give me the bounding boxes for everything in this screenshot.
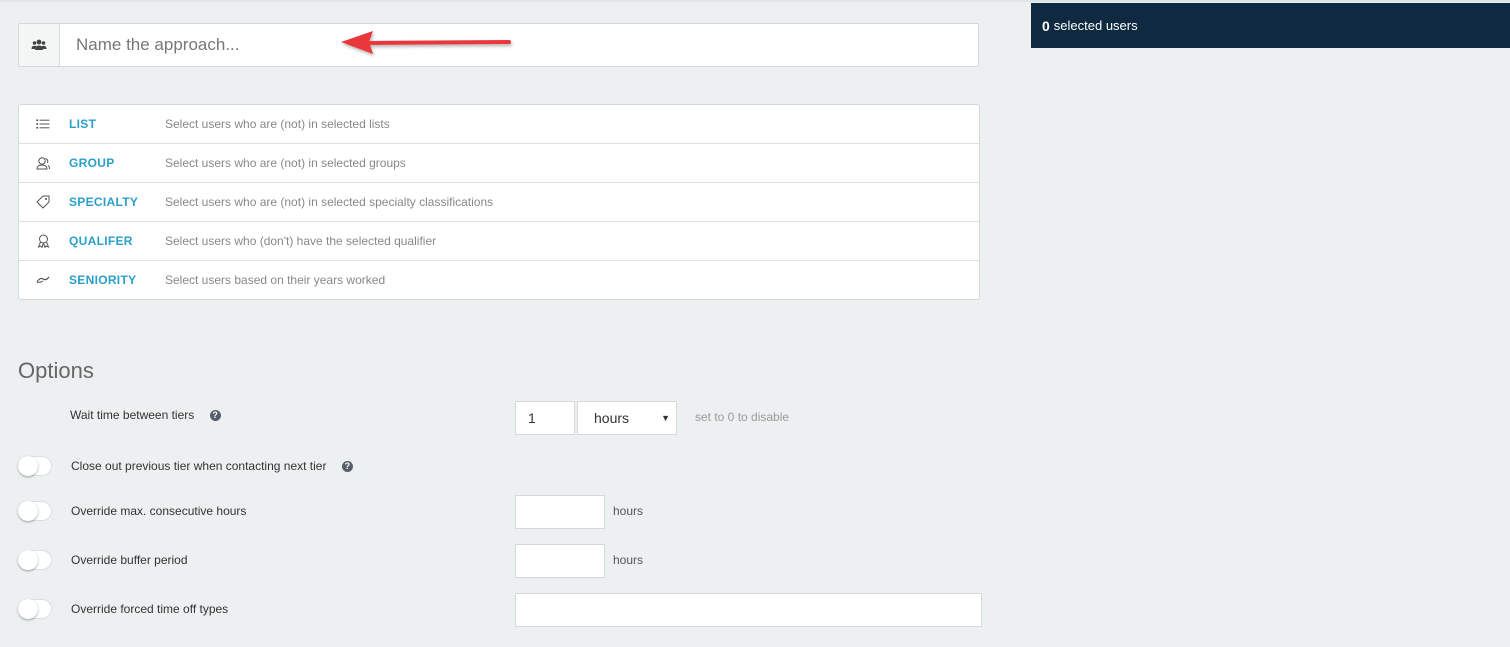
options-heading: Options [18, 358, 94, 383]
max-consecutive-toggle[interactable] [18, 501, 52, 521]
top-divider [0, 0, 1510, 2]
toggle-knob [18, 599, 38, 619]
criteria-list: LIST Select users who are (not) in selec… [18, 104, 980, 300]
toggle-knob [18, 456, 38, 476]
forced-time-off-label: Override forced time off types [71, 602, 229, 616]
criteria-row-specialty[interactable]: SPECIALTY Select users who are (not) in … [19, 183, 979, 222]
wait-time-label: Wait time between tiers [70, 408, 195, 422]
buffer-period-input[interactable] [515, 544, 605, 578]
award-icon [19, 234, 67, 248]
caret-down-icon: ▼ [661, 413, 670, 423]
buffer-period-label: Override buffer period [71, 553, 188, 567]
buffer-period-unit: hours [613, 553, 644, 567]
users-icon [19, 24, 60, 66]
help-icon[interactable]: ? [209, 410, 221, 422]
close-out-label: Close out previous tier when contacting … [71, 459, 327, 473]
forced-time-off-toggle[interactable] [18, 599, 52, 619]
wait-time-row: Wait time between tiers ? [70, 408, 221, 422]
group-icon [19, 156, 67, 170]
selected-users-label: selected users [1053, 18, 1138, 33]
criteria-row-group[interactable]: GROUP Select users who are (not) in sele… [19, 144, 979, 183]
selected-users-count: 0 [1042, 17, 1050, 34]
close-out-row: Close out previous tier when contacting … [71, 459, 353, 473]
criteria-desc: Select users who are (not) in selected g… [165, 156, 406, 170]
max-consecutive-input[interactable] [515, 495, 605, 529]
buffer-period-toggle[interactable] [18, 550, 52, 570]
wait-time-unit-value: hours [594, 410, 630, 426]
criteria-desc: Select users who are (not) in selected l… [165, 117, 390, 131]
criteria-desc: Select users who (don't) have the select… [165, 234, 437, 248]
wait-time-hint: set to 0 to disable [695, 410, 790, 424]
criteria-row-seniority[interactable]: SENIORITY Select users based on their ye… [19, 261, 979, 299]
seniority-icon [19, 276, 67, 284]
criteria-title: LIST [69, 117, 97, 131]
criteria-title: GROUP [69, 156, 115, 170]
arrow-annotation-icon [341, 31, 511, 54]
toggle-knob [18, 501, 38, 521]
criteria-title: SPECIALTY [69, 195, 139, 209]
list-icon [19, 119, 67, 129]
criteria-title: QUALIFER [69, 234, 133, 248]
tag-icon [19, 195, 67, 209]
forced-time-off-input[interactable] [515, 593, 982, 627]
max-consecutive-label: Override max. consecutive hours [71, 504, 247, 518]
criteria-desc: Select users based on their years worked [165, 273, 386, 287]
criteria-row-list[interactable]: LIST Select users who are (not) in selec… [19, 105, 979, 144]
criteria-title: SENIORITY [69, 273, 137, 287]
close-out-toggle[interactable] [18, 456, 52, 476]
wait-time-input[interactable] [515, 401, 575, 435]
toggle-knob [18, 550, 38, 570]
criteria-row-qualifier[interactable]: QUALIFER Select users who (don't) have t… [19, 222, 979, 261]
wait-time-unit-select[interactable]: hours ▼ [577, 401, 677, 435]
help-icon[interactable]: ? [341, 461, 353, 473]
criteria-desc: Select users who are (not) in selected s… [165, 195, 494, 209]
selected-users-panel: 0 selected users [1031, 3, 1510, 48]
max-consecutive-unit: hours [613, 504, 644, 518]
